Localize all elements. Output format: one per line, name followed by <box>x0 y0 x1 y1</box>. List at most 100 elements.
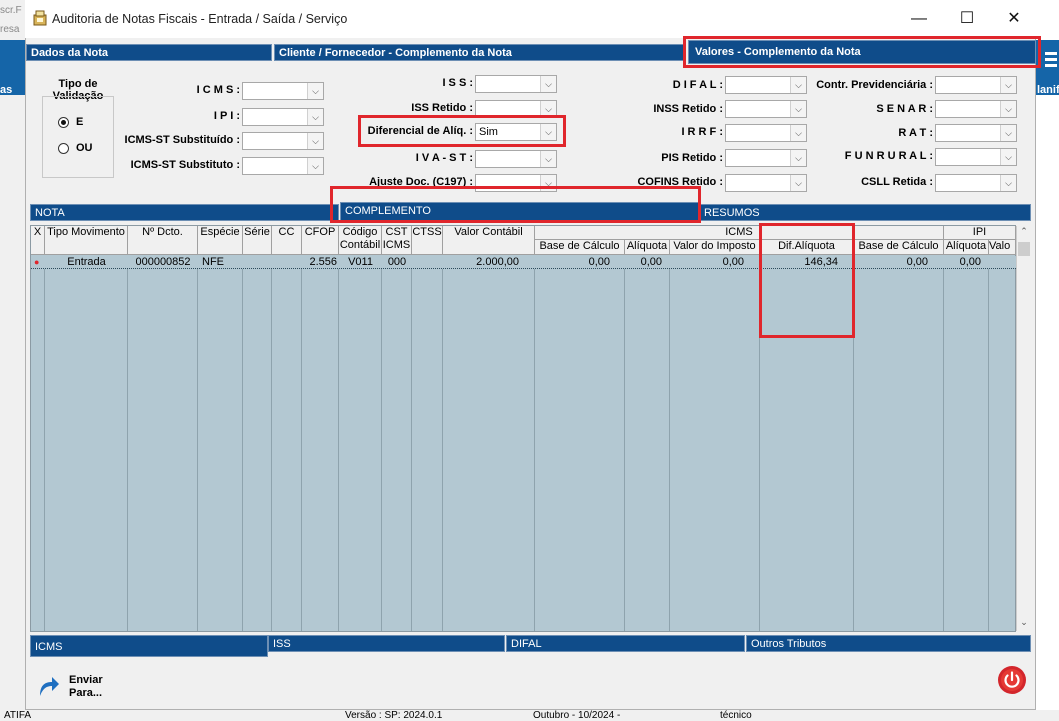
difal-select[interactable]: ⌵ <box>725 76 807 94</box>
scroll-up-icon[interactable]: ⌃ <box>1018 226 1030 238</box>
background-status: Versão : SP: 2024.0.1 <box>345 710 443 721</box>
iva-st-label: I V A - S T : <box>415 152 473 164</box>
irrf-select[interactable]: ⌵ <box>725 124 807 142</box>
grid-line <box>338 269 339 631</box>
grid-line <box>301 269 302 631</box>
cell-cfop: 2.556 <box>309 256 337 268</box>
radio-ou-label: OU <box>76 142 93 154</box>
contr-previdenciaria-label: Contr. Previdenciária : <box>816 79 933 91</box>
section-cliente-fornecedor[interactable]: Cliente / Fornecedor - Complemento da No… <box>274 44 686 61</box>
rat-select[interactable]: ⌵ <box>935 124 1017 142</box>
cell-n-dcto: 000000852 <box>135 256 191 268</box>
radio-ou[interactable] <box>58 143 69 154</box>
iss-select[interactable]: ⌵ <box>475 75 557 93</box>
scroll-thumb[interactable] <box>1018 242 1030 256</box>
row-marker-icon: ● <box>34 257 40 267</box>
cell-codigo-contabil: V011 <box>348 256 373 268</box>
send-arrow-icon[interactable] <box>36 674 60 698</box>
cell-especie: NFE <box>202 256 224 268</box>
col-header-cc[interactable]: CC <box>272 226 302 255</box>
cofins-retido-select[interactable]: ⌵ <box>725 174 807 192</box>
col-header-serie[interactable]: Série <box>243 226 272 255</box>
window-title: Auditoria de Notas Fiscais - Entrada / S… <box>52 12 348 26</box>
col-header-cfop[interactable]: CFOP <box>302 226 339 255</box>
chevron-down-icon: ⌵ <box>1000 175 1016 191</box>
col-header-valor-contabil[interactable]: Valor Contábil <box>443 226 535 255</box>
iss-label: I S S : <box>442 77 473 89</box>
col-header-ipi-aliquota[interactable]: Alíquota <box>944 240 989 255</box>
background-label: as <box>0 84 13 96</box>
radio-e-label: E <box>76 116 84 128</box>
col-header-cst-icms[interactable]: CST ICMS <box>382 226 412 255</box>
group-header-icms: ICMS <box>535 226 944 240</box>
chevron-down-icon: ⌵ <box>540 76 556 92</box>
grid-line <box>534 269 535 631</box>
icms-st-substituto-label: ICMS-ST Substituto : <box>130 159 240 171</box>
tab-outros-tributos[interactable]: Outros Tributos <box>746 635 1031 652</box>
chevron-down-icon: ⌵ <box>790 150 806 166</box>
col-header-ipi-base[interactable]: Base de Cálculo <box>854 240 944 255</box>
col-header-ctss[interactable]: CTSS <box>412 226 443 255</box>
csll-retida-select[interactable]: ⌵ <box>935 174 1017 192</box>
power-icon[interactable] <box>997 665 1027 695</box>
col-header-icms-valor[interactable]: Valor do Imposto <box>670 240 760 255</box>
minimize-button[interactable]: — <box>897 6 941 32</box>
highlight-box <box>330 186 701 223</box>
background-status: Outubro - 10/2024 - <box>533 710 621 721</box>
funrural-select[interactable]: ⌵ <box>935 148 1017 166</box>
section-dados-da-nota[interactable]: Dados da Nota <box>26 44 272 61</box>
col-header-x[interactable]: X <box>31 226 45 255</box>
pis-retido-select[interactable]: ⌵ <box>725 149 807 167</box>
icms-st-substituto-select[interactable]: ⌵ <box>242 157 324 175</box>
col-header-icms-aliquota[interactable]: Alíquota <box>625 240 670 255</box>
col-header-codigo-contabil[interactable]: Código Contábil <box>339 226 382 255</box>
grid-line <box>669 269 670 631</box>
chevron-down-icon: ⌵ <box>790 101 806 117</box>
iva-st-select[interactable]: ⌵ <box>475 150 557 168</box>
highlight-box <box>358 115 566 147</box>
tab-icms[interactable]: ICMS <box>30 635 268 657</box>
background-label: lanif <box>1037 84 1059 96</box>
grid-line <box>127 269 128 631</box>
chevron-down-icon: ⌵ <box>1000 101 1016 117</box>
radio-e[interactable] <box>58 117 69 128</box>
col-header-tipo-movimento[interactable]: Tipo Movimento <box>45 226 128 255</box>
funrural-label: F U N R U R A L : <box>844 150 933 162</box>
background-app-left <box>0 0 25 721</box>
maximize-button[interactable]: ☐ <box>945 6 989 32</box>
iss-retido-label: ISS Retido : <box>411 102 473 114</box>
scroll-down-icon[interactable]: ⌄ <box>1018 617 1030 629</box>
grid-line <box>943 269 944 631</box>
col-header-especie[interactable]: Espécie <box>198 226 243 255</box>
close-button[interactable]: ✕ <box>992 6 1036 32</box>
cell-ipi-aliquota: 0,00 <box>959 256 981 268</box>
col-header-ipi-valor[interactable]: Valo <box>989 240 1016 255</box>
chevron-down-icon: ⌵ <box>1000 149 1016 165</box>
icms-label: I C M S : <box>196 84 240 96</box>
irrf-label: I R R F : <box>681 126 723 138</box>
grid-line <box>381 269 382 631</box>
inss-retido-select[interactable]: ⌵ <box>725 100 807 118</box>
chevron-down-icon: ⌵ <box>307 133 323 149</box>
tab-nota[interactable]: NOTA <box>30 204 339 221</box>
chevron-down-icon: ⌵ <box>307 109 323 125</box>
vertical-scrollbar[interactable] <box>1016 226 1032 631</box>
send-to-button[interactable]: Enviar Para... <box>69 674 109 700</box>
app-icon <box>33 10 47 26</box>
tab-difal[interactable]: DIFAL <box>506 635 745 652</box>
senar-select[interactable]: ⌵ <box>935 100 1017 118</box>
ipi-select[interactable]: ⌵ <box>242 108 324 126</box>
grid-line <box>271 269 272 631</box>
icms-st-substituido-label: ICMS-ST Substituído : <box>124 134 240 146</box>
icms-select[interactable]: ⌵ <box>242 82 324 100</box>
cell-icms-aliquota: 0,00 <box>640 256 662 268</box>
contr-previdenciaria-select[interactable]: ⌵ <box>935 76 1017 94</box>
tab-iss[interactable]: ISS <box>268 635 505 652</box>
background-text: resa <box>0 24 20 35</box>
chevron-down-icon: ⌵ <box>540 151 556 167</box>
icms-st-substituido-select[interactable]: ⌵ <box>242 132 324 150</box>
col-header-n-dcto[interactable]: Nº Dcto. <box>128 226 198 255</box>
col-header-icms-base[interactable]: Base de Cálculo <box>535 240 625 255</box>
tab-resumos[interactable]: RESUMOS <box>699 204 1031 221</box>
grid-line <box>197 269 198 631</box>
